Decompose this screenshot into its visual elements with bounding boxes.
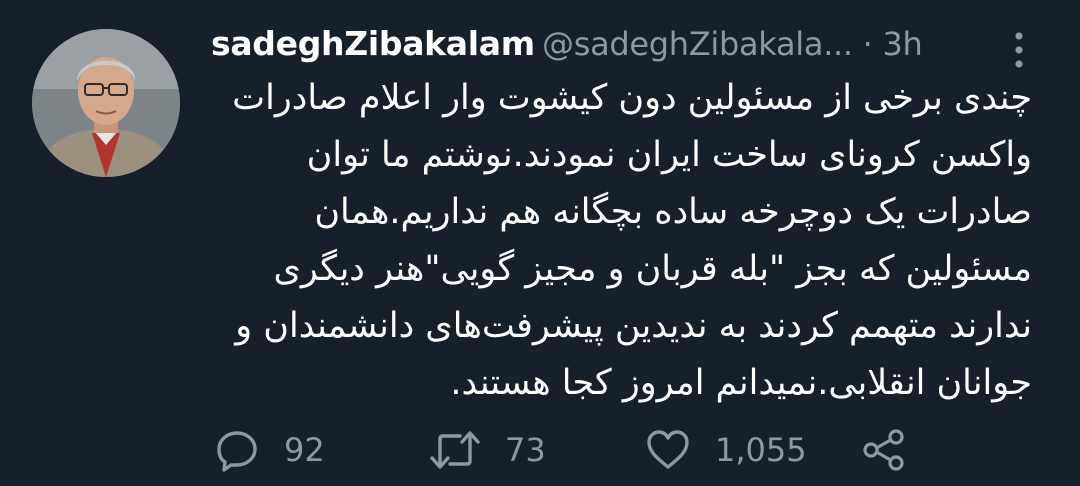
avatar-photo bbox=[32, 29, 180, 177]
tweet-text: چندی برخی از مسئولین دون کیشوت وار اعلام… bbox=[232, 78, 1032, 403]
timestamp[interactable]: 3h bbox=[882, 25, 922, 63]
retweet-button[interactable]: 73 bbox=[429, 424, 546, 476]
tweet-header: sadeghZibakalam @sadeghZibakala... · 3h bbox=[211, 22, 1080, 72]
action-bar: 92 73 1,055 bbox=[0, 424, 1080, 476]
reply-count: 92 bbox=[284, 431, 325, 469]
speech-bubble-icon bbox=[217, 431, 257, 472]
retweet-arrows-icon bbox=[430, 431, 480, 469]
reply-button[interactable]: 92 bbox=[214, 424, 325, 476]
like-button[interactable]: 1,055 bbox=[645, 424, 807, 476]
vertical-dots-icon[interactable] bbox=[1014, 30, 1024, 70]
display-name[interactable]: sadeghZibakalam bbox=[211, 24, 535, 63]
handle[interactable]: @sadeghZibakala... bbox=[542, 25, 853, 63]
share-button[interactable] bbox=[860, 424, 906, 476]
share-nodes-icon bbox=[863, 429, 904, 471]
handle-and-time: @sadeghZibakala... · 3h bbox=[542, 25, 923, 63]
separator: · bbox=[852, 25, 883, 63]
tweet-card[interactable]: sadeghZibakalam @sadeghZibakala... · 3h … bbox=[0, 0, 1080, 486]
like-count: 1,055 bbox=[715, 431, 807, 469]
avatar[interactable] bbox=[32, 29, 180, 177]
heart-icon bbox=[647, 430, 689, 469]
retweet-count: 73 bbox=[505, 431, 546, 469]
